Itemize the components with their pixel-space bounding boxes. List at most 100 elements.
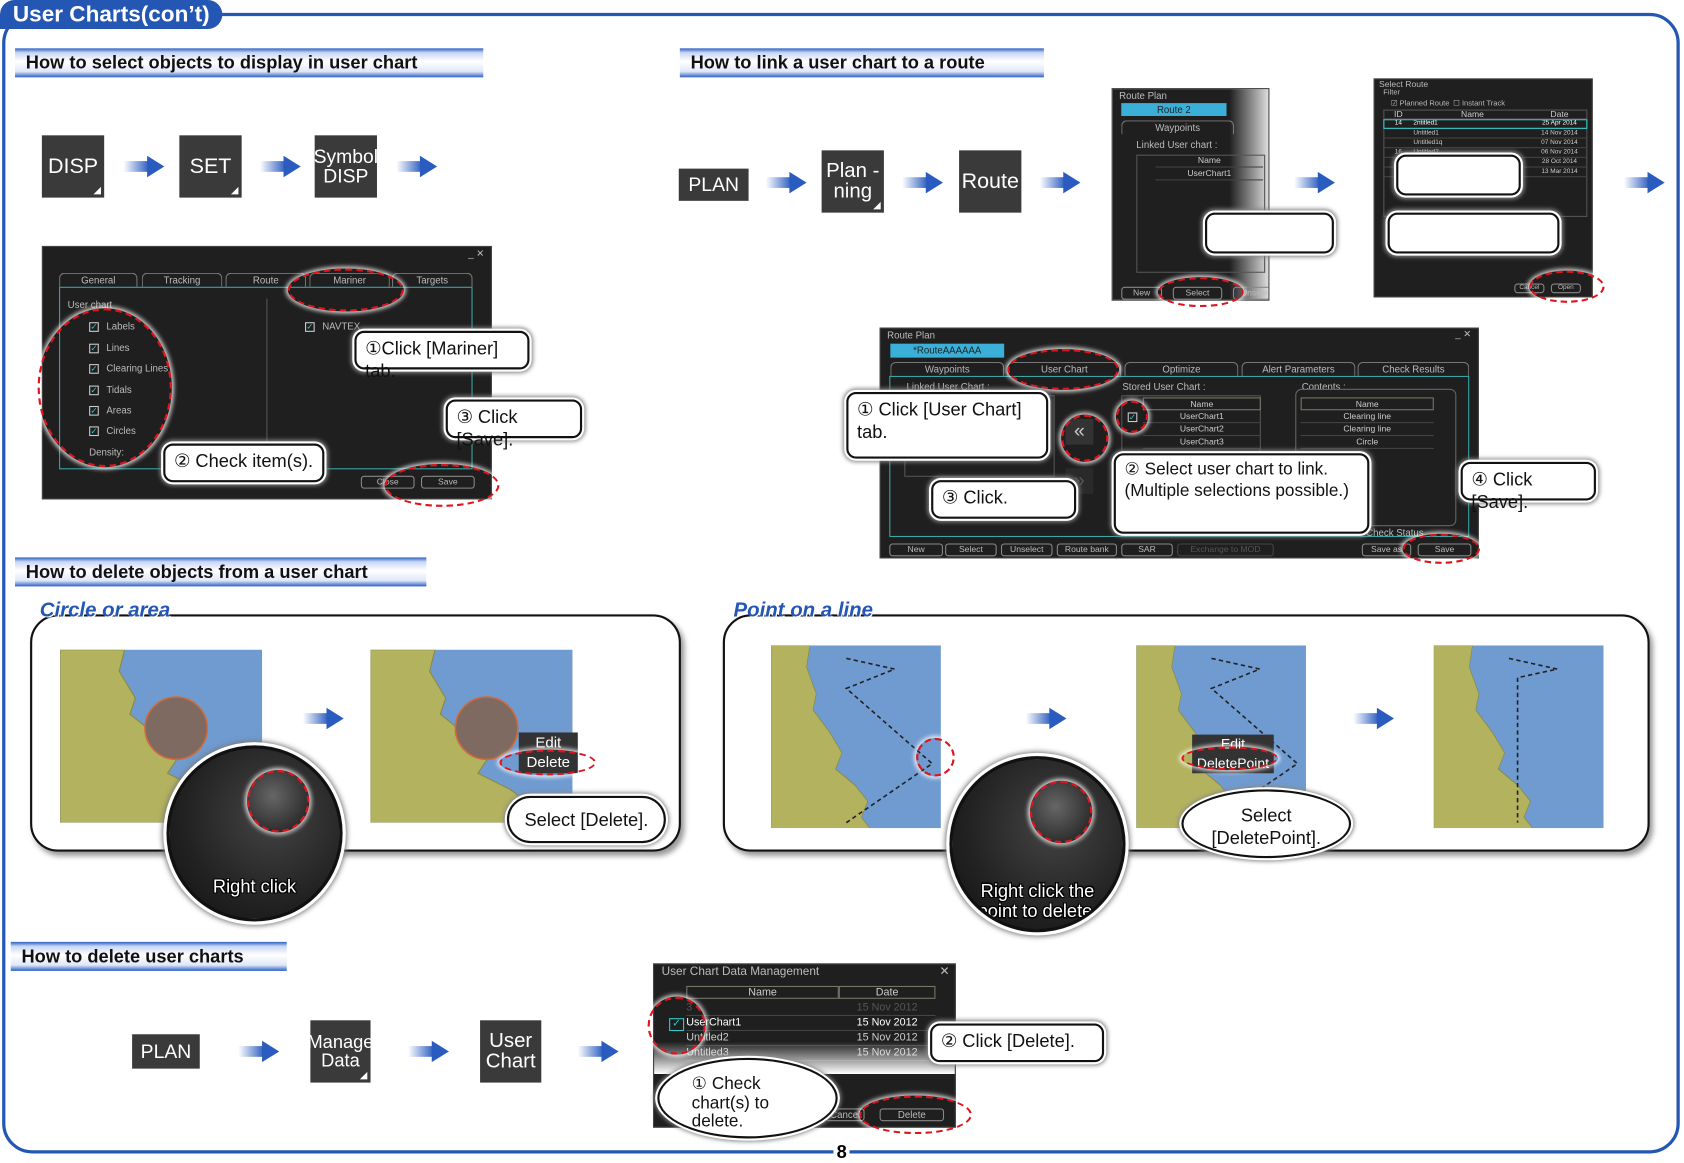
sar-button[interactable]: SAR (1121, 543, 1173, 557)
column-header: Name (686, 985, 839, 999)
highlight-ellipse (384, 463, 500, 507)
callout: ④ Click [Save]. (1460, 461, 1596, 513)
highlight-ellipse (499, 749, 597, 776)
arrow-icon (302, 707, 344, 730)
close-icon[interactable]: ✕ (940, 964, 950, 979)
callout: ② Click [Delete]. (930, 1023, 1105, 1063)
chart-map[interactable] (771, 645, 941, 829)
section-header-link: How to link a user chart to a route (679, 48, 1044, 78)
highlight-ellipse (647, 996, 706, 1055)
right-click-label: Right click (212, 876, 297, 897)
section-header-select: How to select objects to display in user… (15, 48, 484, 78)
highlight-ellipse (1115, 400, 1149, 433)
tab-check-results[interactable]: Check Results (1357, 361, 1470, 376)
stored-label: Stored User Chart : (1122, 381, 1206, 393)
manage-data-key[interactable]: Manage Data (307, 1020, 373, 1083)
highlight-ellipse (1007, 349, 1120, 390)
planning-key[interactable]: Plan -ning (821, 150, 884, 213)
set-key[interactable]: SET (179, 135, 242, 198)
page-title: User Charts(con’t) (0, 0, 223, 29)
table-cell[interactable]: 15 Nov 2012 (838, 1001, 936, 1017)
checkbox[interactable]: ✓ (305, 322, 315, 332)
tab-optimize[interactable]: Optimize (1124, 361, 1239, 376)
table-cell[interactable] (1383, 139, 1414, 149)
table-cell[interactable]: 14 Nov 2014 (1531, 129, 1588, 139)
arrow-icon (1294, 171, 1335, 194)
column-header: Date (1531, 110, 1588, 120)
tab-targets[interactable]: Targets (392, 272, 473, 287)
chart-map[interactable] (1433, 645, 1604, 829)
instant-track-checkbox[interactable]: ☐ Instant Track (1453, 99, 1505, 108)
arrow-icon (1025, 707, 1067, 730)
plan-key[interactable]: PLAN (678, 168, 749, 201)
dialog-title: Select Route (1379, 79, 1429, 90)
exchange-button[interactable]: Exchange to MOD (1177, 543, 1274, 557)
highlight-ellipse (287, 268, 404, 312)
callout: ② Select user chart to link. (Multiple s… (1113, 453, 1370, 534)
table-cell[interactable]: 28 Oct 2014 (1531, 158, 1588, 168)
table-row[interactable]: UserChart3 (1142, 436, 1261, 449)
column-header: Name (1300, 397, 1434, 411)
table-cell[interactable]: Untitled1q (1413, 139, 1532, 149)
close-icon[interactable]: _ ✕ (468, 248, 484, 260)
right-click-label: Right click the point to delete. (977, 880, 1098, 922)
route-bank-button[interactable]: Route bank (1056, 543, 1117, 557)
table-row[interactable]: UserChart2 (1142, 423, 1261, 437)
tab-alert-parameters[interactable]: Alert Parameters (1241, 361, 1356, 376)
plan-key[interactable]: PLAN (132, 1034, 200, 1069)
dialog-title: User Chart Data Management (661, 965, 820, 979)
tab-tracking[interactable]: Tracking (141, 272, 223, 287)
disp-key[interactable]: DISP (41, 135, 105, 198)
select-button[interactable]: Select (945, 543, 997, 557)
table-cell[interactable] (1383, 129, 1414, 139)
table-cell[interactable]: 13 Mar 2014 (1531, 168, 1588, 178)
table-row[interactable]: UserChart1 (1155, 168, 1264, 181)
highlight-ellipse (1402, 533, 1480, 564)
arrow-icon (1353, 707, 1395, 730)
new-button[interactable]: New (1121, 286, 1163, 300)
close-icon[interactable]: _ ✕ (1455, 329, 1471, 341)
highlight-ellipse (916, 737, 955, 777)
callout: Select [Delete]. (506, 795, 666, 844)
arrow-icon (408, 1040, 449, 1063)
callout: ① Click [User Chart] tab. (846, 392, 1049, 459)
trackball-image: Right click the point to delete. (949, 756, 1126, 933)
column-header: Date (838, 985, 936, 999)
dialog-title: Route Plan (887, 329, 935, 341)
route-key[interactable]: Route (959, 150, 1022, 213)
checkbox-label: Instant Track (1461, 99, 1506, 108)
tab-waypoints[interactable]: Waypoints (1121, 120, 1235, 135)
table-cell[interactable]: 15 Nov 2012 (838, 1016, 936, 1032)
table-row[interactable]: UserChart1 (1142, 410, 1261, 424)
callout: ② Check item(s). (163, 443, 325, 483)
callout: ③ Click. (931, 480, 1077, 519)
table-cell[interactable]: UserChart1 (686, 1016, 839, 1032)
symbol-disp-key[interactable]: Symbol DISP (314, 135, 378, 198)
table-cell[interactable]: 3 (686, 1001, 839, 1017)
section-header-delete-objects: How to delete objects from a user chart (15, 557, 427, 587)
tab-general[interactable]: General (59, 272, 138, 287)
table-cell[interactable]: 07 Nov 2014 (1531, 139, 1588, 149)
route-name[interactable]: *RouteAAAAAA (890, 343, 1005, 358)
arrow-icon (1623, 171, 1665, 194)
user-chart-key[interactable]: User Chart (480, 1020, 542, 1083)
arrow-icon (765, 171, 807, 194)
table-row: Circle (1300, 436, 1434, 449)
unselect-button[interactable]: Unselect (1000, 543, 1053, 557)
trackball-image: Right click (166, 745, 343, 922)
planned-route-checkbox[interactable]: ☑ Planned Route (1391, 99, 1450, 108)
table-cell[interactable]: 06 Nov 2014 (1531, 148, 1588, 158)
highlight-ellipse (1061, 414, 1109, 462)
highlight-ellipse (37, 308, 172, 468)
new-button[interactable]: New (889, 543, 943, 557)
table-cell[interactable]: Untitled1 (1413, 129, 1532, 139)
table-row: Clearing line (1300, 423, 1434, 437)
subsection-title: Circle or area (39, 599, 171, 622)
arrow-icon (577, 1040, 619, 1063)
callout (1205, 212, 1334, 254)
callout (1396, 154, 1521, 196)
tab-waypoints[interactable]: Waypoints (890, 361, 1005, 376)
highlight-ellipse (859, 1095, 972, 1135)
route-name[interactable]: Route 2 (1121, 103, 1227, 116)
arrow-icon (123, 155, 165, 178)
